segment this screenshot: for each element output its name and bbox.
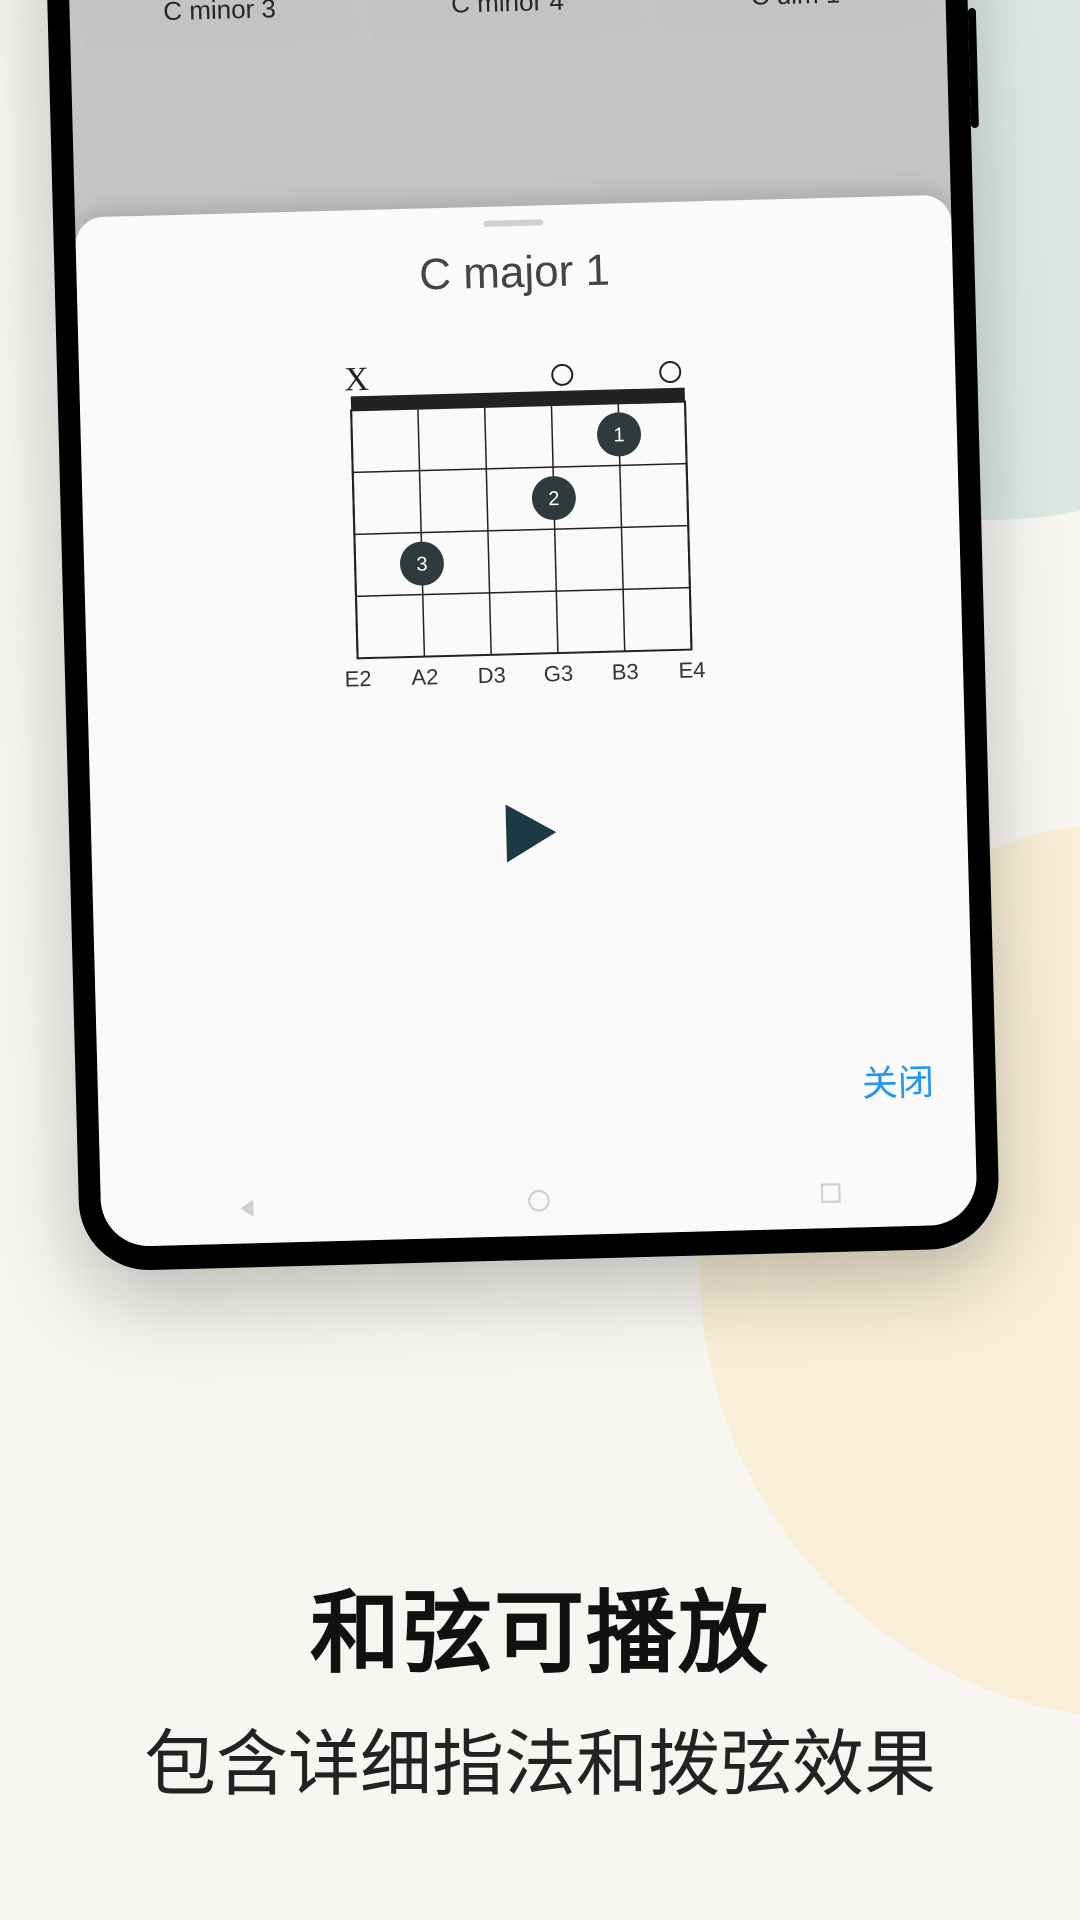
phone-screen: E2 A2 D3 G3 B3 E4 E2 A2 D3 G3 B3 E4 E2 A… (62, 0, 977, 1247)
svg-text:1: 1 (613, 424, 625, 446)
string-label: G3 (543, 661, 573, 687)
play-icon (493, 797, 565, 869)
string-label: D3 (477, 662, 506, 688)
string-label: E2 (344, 666, 372, 692)
nav-recent-icon[interactable] (817, 1180, 844, 1207)
close-button[interactable]: 关闭 (861, 1061, 934, 1104)
finger-dot-2: 2 (531, 476, 576, 521)
open-string-marker (660, 362, 681, 383)
phone-frame: E2 A2 D3 G3 B3 E4 E2 A2 D3 G3 B3 E4 E2 A… (40, 0, 1001, 1272)
chord-detail-sheet: C major 1 X (75, 195, 978, 1248)
mute-marker: X (344, 361, 370, 399)
sheet-title: C major 1 (76, 237, 953, 310)
sheet-drag-handle[interactable] (483, 219, 543, 227)
open-string-marker (552, 365, 573, 386)
play-button[interactable] (493, 797, 565, 869)
chord-diagram: X (322, 353, 721, 703)
string-label: B3 (611, 659, 639, 685)
string-label: A2 (411, 664, 439, 690)
nav-back-icon[interactable] (234, 1195, 261, 1222)
svg-text:2: 2 (548, 488, 560, 510)
string-label: E4 (678, 657, 706, 683)
marketing-headline: 和弦可播放 (0, 1560, 1080, 1690)
finger-dot-3: 3 (399, 541, 444, 586)
nav-home-icon[interactable] (526, 1187, 553, 1214)
finger-dot-1: 1 (596, 412, 641, 457)
svg-text:3: 3 (416, 553, 428, 575)
marketing-subhead: 包含详细指法和拨弦效果 (0, 1705, 1080, 1810)
